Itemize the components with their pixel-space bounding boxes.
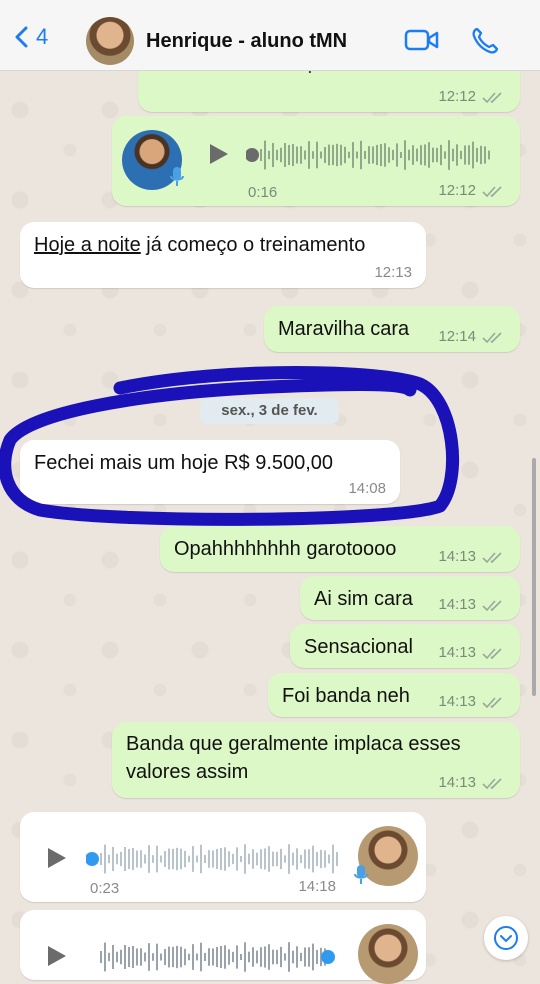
message-text: Foi banda neh: [282, 685, 410, 707]
message-bubble-outgoing[interactable]: Maravilha cara 12:14: [264, 306, 520, 352]
audio-scrubber-handle: [246, 148, 259, 162]
chevron-left-icon: [15, 26, 28, 48]
double-check-icon: [482, 648, 502, 660]
audio-message-bubble[interactable]: 0:16 12:12: [112, 116, 520, 206]
linked-text[interactable]: Hoje a noite: [34, 234, 141, 256]
double-check-icon: [482, 332, 502, 344]
message-text: Banda que geralmente implaca esses valor…: [126, 730, 461, 786]
double-check-icon: [482, 552, 502, 564]
audio-duration: 0:23: [90, 880, 120, 897]
double-check-icon: [482, 778, 502, 790]
message-bubble-outgoing[interactable]: Opahhhhhhhh garotoooo 14:13: [160, 526, 520, 572]
contact-avatar[interactable]: [86, 17, 134, 65]
phone-call-icon[interactable]: [470, 26, 500, 56]
audio-message-bubble-incoming-partial[interactable]: [20, 910, 426, 984]
double-check-icon: [482, 92, 502, 104]
audio-waveform[interactable]: [246, 138, 506, 172]
message-bubble-outgoing[interactable]: Ai sim cara 14:13: [300, 576, 520, 620]
scroll-to-bottom-button[interactable]: [484, 916, 528, 960]
message-bubble-outgoing[interactable]: Foi banda neh 14:13: [268, 673, 520, 717]
message-text: Maravilha cara: [278, 318, 410, 340]
play-icon[interactable]: [46, 846, 68, 870]
message-bubble-incoming-highlighted[interactable]: Fechei mais um hoje R$ 9.500,00 14:08: [20, 440, 400, 504]
message-text: Sensacional: [304, 636, 413, 658]
scrollbar[interactable]: [532, 458, 536, 696]
play-icon[interactable]: [46, 944, 68, 968]
audio-scrubber-handle: [86, 852, 99, 866]
message-time: 12:13: [374, 264, 412, 281]
message-text: Hoje a noite já começo o treinamento: [34, 234, 365, 257]
unread-count: 4: [36, 24, 49, 49]
message-text: Fechei mais um hoje R$ 9.500,00: [34, 452, 334, 474]
message-time: 14:13: [438, 774, 476, 791]
contact-name[interactable]: Henrique - aluno tMN: [146, 30, 347, 53]
double-check-icon: [482, 186, 502, 198]
message-text-line: valores assim: [126, 761, 249, 783]
back-button[interactable]: 4: [14, 24, 48, 50]
message-time: 12:12: [438, 88, 476, 105]
audio-scrubber-handle: [321, 950, 335, 964]
sender-avatar: [358, 924, 418, 984]
message-time: 14:13: [438, 644, 476, 661]
audio-waveform[interactable]: [86, 842, 356, 876]
message-time: 12:12: [438, 182, 476, 199]
message-bubble-outgoing[interactable]: Sensacional 14:13: [290, 624, 520, 668]
double-check-icon: [482, 697, 502, 709]
audio-waveform[interactable]: [86, 940, 356, 974]
message-text: Ai sim cara: [314, 588, 413, 610]
date-separator: sex., 3 de fev.: [200, 398, 339, 424]
play-icon[interactable]: [208, 142, 230, 166]
message-text-rest: já começo o treinamento: [140, 234, 366, 256]
message-bubble-outgoing[interactable]: Banda que geralmente implaca esses valor…: [112, 722, 520, 798]
message-bubble-incoming[interactable]: Hoje a noite já começo o treinamento 12:…: [20, 222, 426, 288]
chat-header: 4 Henrique - aluno tMN: [0, 0, 540, 71]
message-text: Opahhhhhhhh garotoooo: [174, 538, 397, 560]
message-time: 12:14: [438, 328, 476, 345]
chevron-down-circle-icon: [494, 926, 518, 950]
microphone-icon: [170, 167, 184, 186]
audio-message-bubble-incoming[interactable]: 0:23 14:18: [20, 812, 426, 902]
microphone-icon: [354, 865, 368, 884]
double-check-icon: [482, 600, 502, 612]
message-time: 14:13: [438, 693, 476, 710]
audio-duration: 0:16: [248, 184, 278, 201]
message-time: 14:13: [438, 548, 476, 565]
message-time: 14:18: [298, 878, 336, 895]
message-time: 14:08: [348, 480, 386, 497]
message-time: 14:13: [438, 596, 476, 613]
message-text-line: Banda que geralmente implaca esses: [126, 733, 461, 755]
video-call-icon[interactable]: [404, 28, 440, 52]
